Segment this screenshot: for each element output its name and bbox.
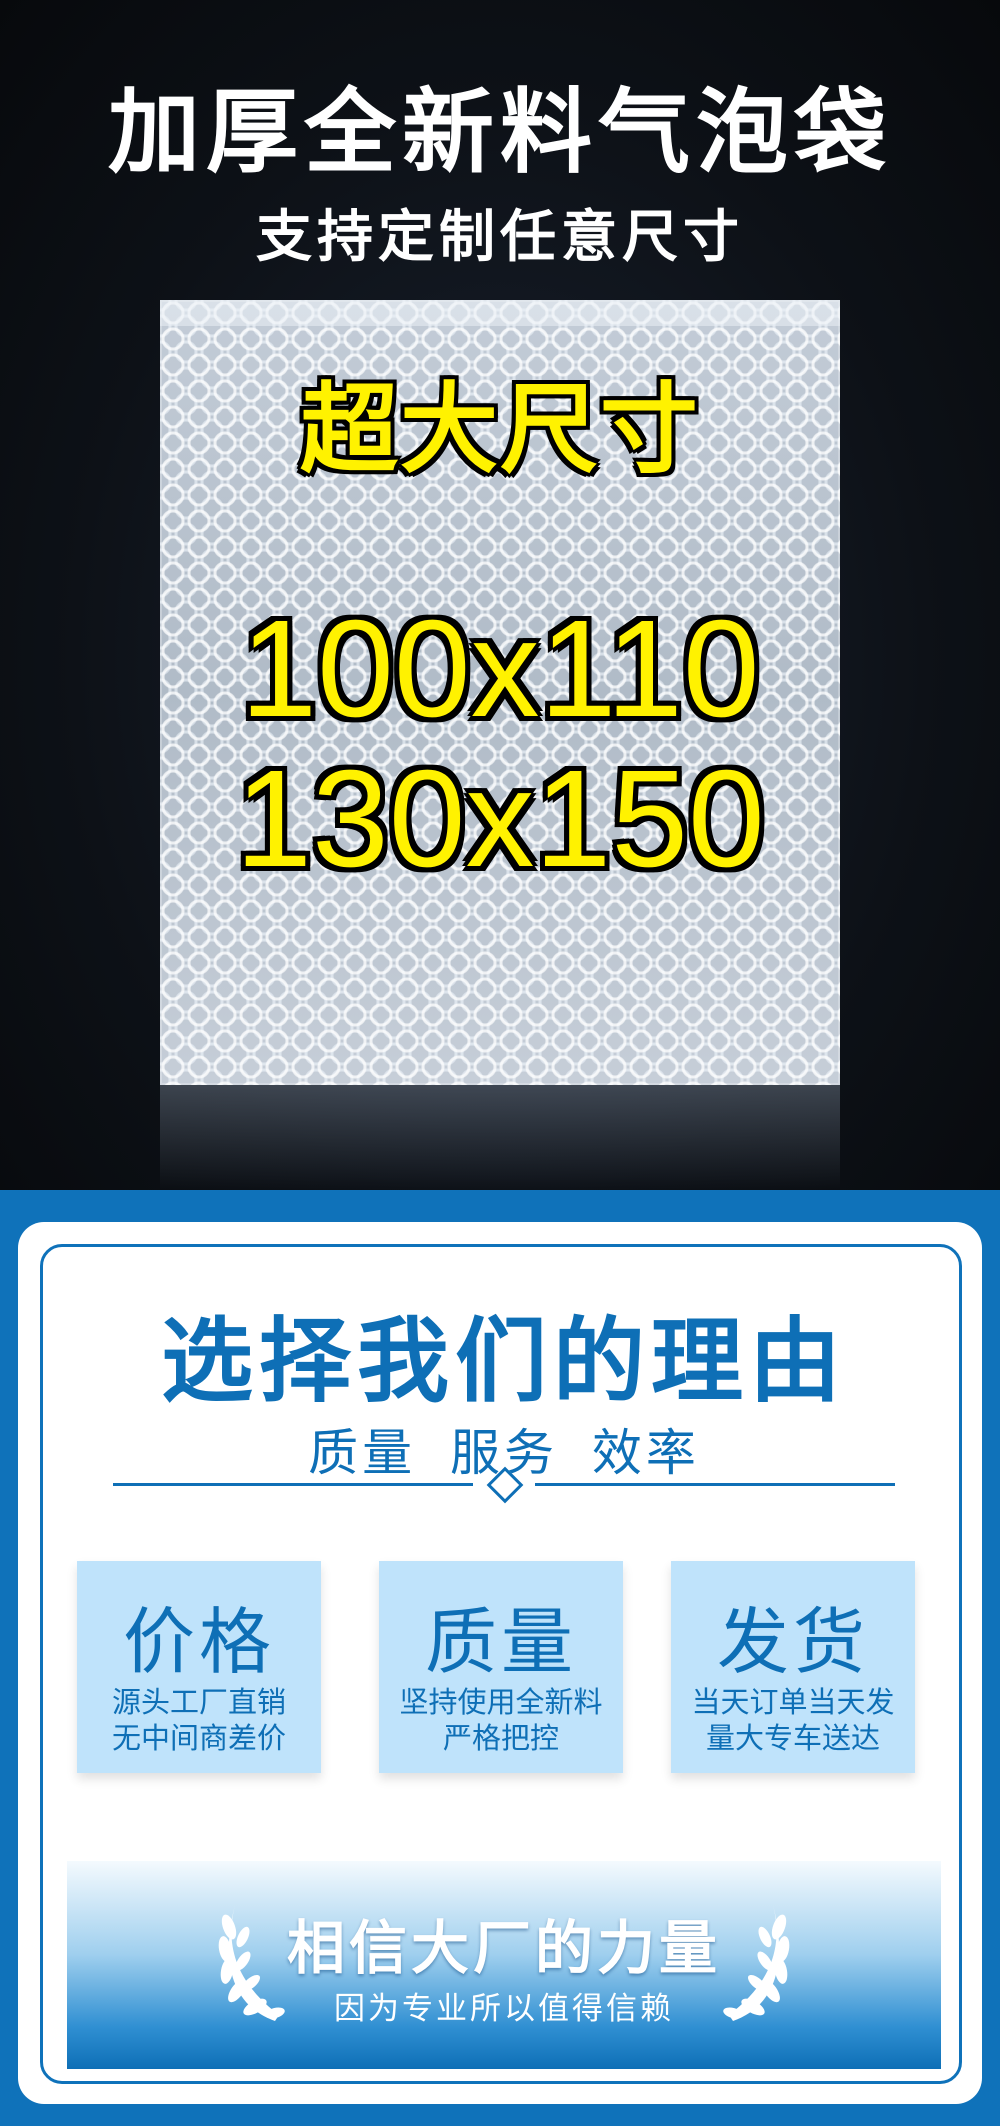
banner-subtitle: 因为专业所以值得信赖	[334, 1991, 674, 2027]
feature-line: 无中间商差价	[111, 1721, 286, 1755]
page: 加厚全新料气泡袋 支持定制任意尺寸 超大尺寸 100x110 130x150 选…	[0, 0, 1000, 2126]
feature-card-quality: 质量 坚持使用全新料 严格把控	[379, 1561, 623, 1773]
feature-line: 量大专车送达	[705, 1721, 880, 1755]
feature-line: 严格把控	[442, 1721, 559, 1755]
hero-section: 加厚全新料气泡袋 支持定制任意尺寸 超大尺寸 100x110 130x150	[0, 0, 1000, 1190]
feature-title: 价格	[122, 1600, 275, 1684]
reasons-title: 选择我们的理由	[160, 1308, 847, 1415]
size-label-1: 100x110	[240, 592, 760, 746]
page-title: 加厚全新料气泡袋	[107, 79, 892, 186]
reasons-section: 选择我们的理由 质量 服务 效率 价格 源头工厂直销 无中间商差价 质量 坚持使…	[0, 1190, 1000, 2126]
feature-title: 质量	[424, 1600, 577, 1684]
page-subtitle: 支持定制任意尺寸	[256, 205, 744, 270]
feature-title: 发货	[716, 1600, 869, 1684]
bubble-bag-image: 超大尺寸 100x110 130x150	[160, 300, 840, 1085]
divider-right	[535, 1483, 895, 1486]
feature-card-shipping: 发货 当天订单当天发 量大专车送达	[671, 1561, 915, 1773]
divider-left	[113, 1483, 473, 1486]
bag-reflection	[160, 1085, 840, 1190]
banner-title: 相信大厂的力量	[286, 1914, 721, 1982]
trust-banner: 相信大厂的力量 因为专业所以值得信赖	[67, 1861, 941, 2069]
reasons-card: 选择我们的理由 质量 服务 效率 价格 源头工厂直销 无中间商差价 质量 坚持使…	[18, 1222, 982, 2104]
reasons-card-border: 选择我们的理由 质量 服务 效率 价格 源头工厂直销 无中间商差价 质量 坚持使…	[40, 1244, 962, 2084]
feature-card-price: 价格 源头工厂直销 无中间商差价	[77, 1561, 321, 1773]
bag-seal-strip	[160, 300, 840, 326]
size-badge: 超大尺寸	[299, 373, 700, 487]
size-label-2: 130x150	[235, 742, 765, 896]
